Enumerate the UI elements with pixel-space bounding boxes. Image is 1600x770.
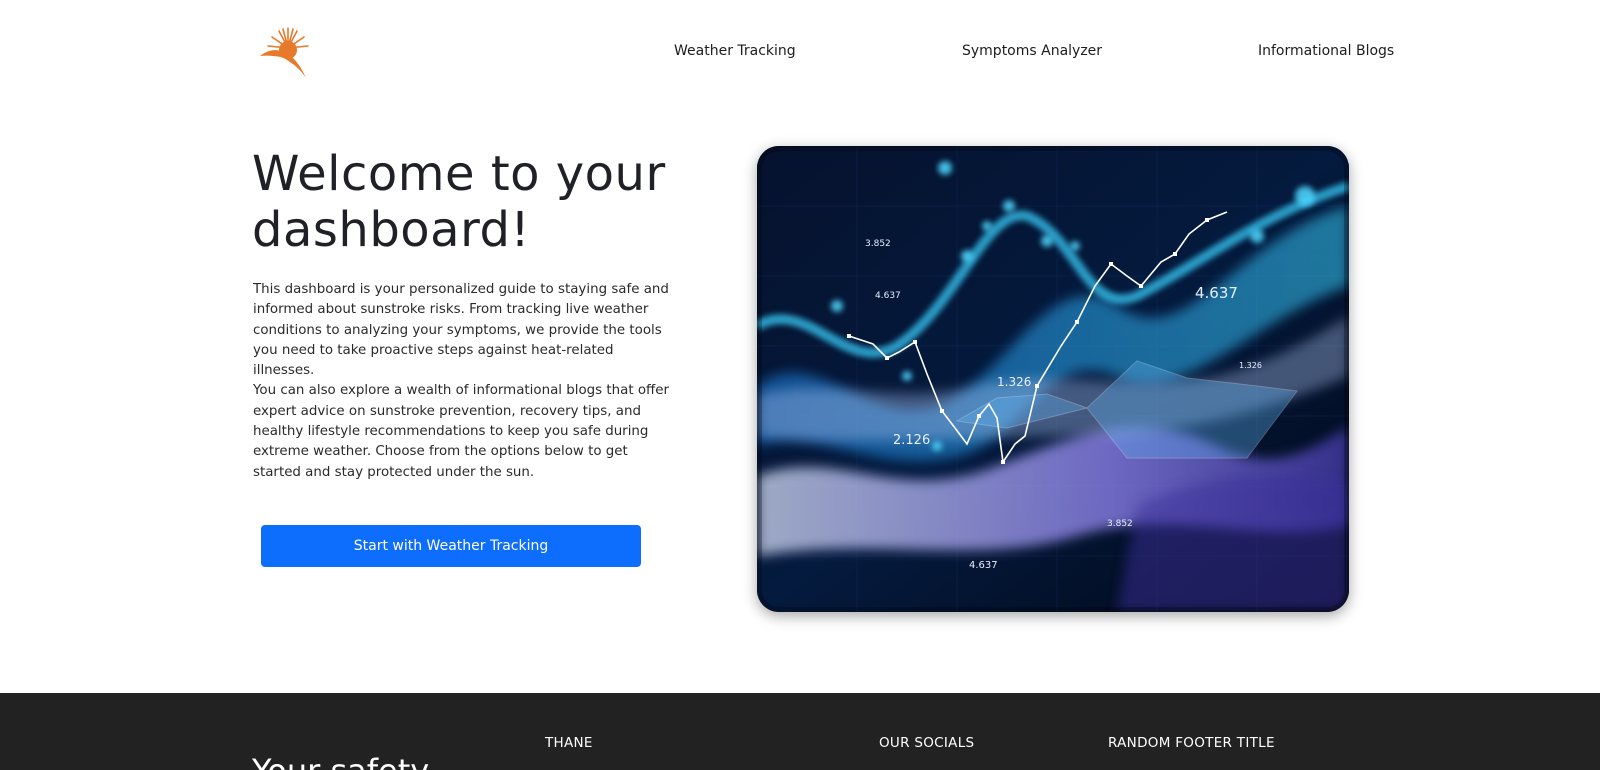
nav-weather-tracking[interactable]: Weather Tracking — [674, 43, 796, 59]
image-label-8: 4.637 — [969, 560, 998, 571]
image-label-7: 1.326 — [1239, 361, 1262, 370]
nav-symptoms-analyzer[interactable]: Symptoms Analyzer — [962, 43, 1102, 59]
footer-tagline: Your safety — [252, 751, 429, 770]
nav-informational-blogs[interactable]: Informational Blogs — [1258, 43, 1394, 59]
hero-title: Welcome to your dashboard! — [252, 146, 666, 258]
footer-title-random: RANDOM FOOTER TITLE — [1108, 735, 1275, 751]
image-label-6: 3.852 — [1107, 519, 1133, 529]
start-weather-tracking-button[interactable]: Start with Weather Tracking — [261, 525, 641, 567]
sun-logo-icon[interactable] — [258, 22, 318, 82]
hero-chart-image: 4.637 3.852 1.326 2.126 4.637 3.852 1.32… — [757, 146, 1349, 612]
image-label-3: 1.326 — [997, 375, 1031, 389]
image-label-1: 4.637 — [875, 291, 901, 301]
hero-description: This dashboard is your personalized guid… — [253, 280, 673, 483]
footer-title-our-socials: OUR SOCIALS — [879, 735, 975, 751]
dashboard-page: Weather Tracking Symptoms Analyzer Infor… — [0, 0, 1600, 770]
image-label-5: 4.637 — [1195, 284, 1238, 302]
image-label-4: 2.126 — [893, 433, 930, 448]
footer-title-thane: THANE — [545, 735, 593, 751]
hero-paragraph-1: This dashboard is your personalized guid… — [253, 282, 669, 379]
site-header: Weather Tracking Symptoms Analyzer Infor… — [0, 0, 1600, 100]
hero-paragraph-2: You can also explore a wealth of informa… — [253, 383, 670, 480]
site-footer: Your safety THANE OUR SOCIALS RANDOM FOO… — [0, 693, 1600, 770]
image-label-2: 3.852 — [865, 239, 891, 249]
